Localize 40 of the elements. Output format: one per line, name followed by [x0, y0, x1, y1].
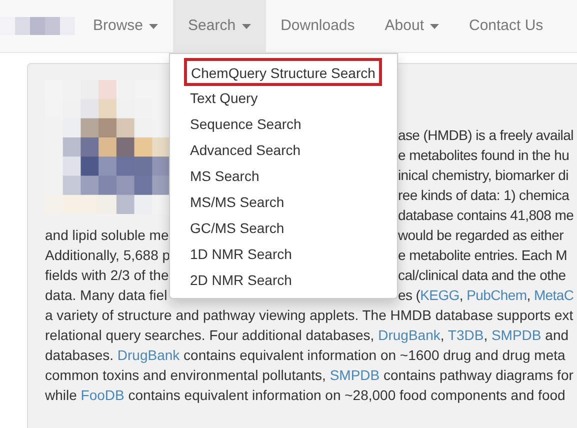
dropdown-item[interactable]: Advanced Search [170, 138, 397, 164]
nav-menu-item[interactable]: Search [173, 0, 266, 52]
paragraph-line: inical chemistry, biomarker di [398, 166, 568, 185]
nav-menu-item[interactable]: Browse [78, 0, 174, 52]
paragraph-line: databases. DrugBank contains equivalent information on ~1600 drug and drug meta [45, 346, 566, 365]
paragraph-line: relational query searches. Four additional databases, DrugBank, T3DB, SMPDB and [45, 326, 569, 345]
paragraph-line: e metabolites found in the hu [398, 146, 570, 165]
paragraph-line: ase (HMDB) is a freely availal [398, 126, 574, 145]
dropdown-item[interactable]: Sequence Search [170, 112, 397, 138]
link[interactable]: PubChem [466, 287, 527, 303]
paragraph-line: es (KEGG, PubChem, MetaC [398, 286, 574, 305]
paragraph-line: ree kinds of data: 1) chemica [398, 186, 570, 205]
dropdown-item[interactable]: 2D NMR Search [170, 268, 397, 294]
dropdown-item[interactable]: 1D NMR Search [170, 242, 397, 268]
link[interactable]: FooDB [80, 387, 124, 403]
paragraph-line: database contains 41,808 me [398, 206, 574, 225]
paragraph-line: a variety of structure and pathway viewing applets. The HMDB database supports ext [45, 306, 574, 325]
dropdown-item[interactable]: GC/MS Search [170, 216, 397, 242]
dropdown-item[interactable]: Text Query [170, 86, 397, 112]
link[interactable]: MetaC [534, 287, 574, 303]
paragraph-line: while FooDB contains equivalent information on ~28,000 food components and food [45, 386, 566, 405]
link[interactable]: KEGG [420, 287, 460, 303]
link[interactable]: DrugBank [378, 327, 440, 343]
link[interactable]: SMPDB [330, 367, 380, 383]
paragraph-line: cal/clinical data and the othe [398, 266, 566, 285]
nav-menu-item[interactable]: About [370, 0, 454, 52]
link[interactable]: DrugBank [117, 347, 180, 363]
paragraph-line: fields with 2/3 of the [45, 266, 169, 285]
link[interactable]: SMPDB [491, 327, 542, 343]
paragraph-line: would be regarded as either [398, 226, 564, 245]
nav-menu-item[interactable]: Contact Us [454, 0, 558, 52]
paragraph-line: common toxins and environmental pollutants, SMPDB contains pathway diagrams for [45, 366, 574, 385]
nav-menu-item[interactable]: Downloads [266, 0, 370, 52]
dropdown-item[interactable]: MS Search [170, 164, 397, 190]
paragraph-line: e metabolite entries. Each M [398, 246, 568, 265]
paragraph-line: data. Many data fiel [45, 286, 168, 305]
dropdown-item[interactable]: MS/MS Search [170, 190, 397, 216]
link[interactable]: T3DB [448, 327, 484, 343]
paragraph-line: and lipid soluble me [45, 226, 169, 245]
dropdown-item[interactable]: ChemQuery Structure Search [184, 58, 382, 86]
